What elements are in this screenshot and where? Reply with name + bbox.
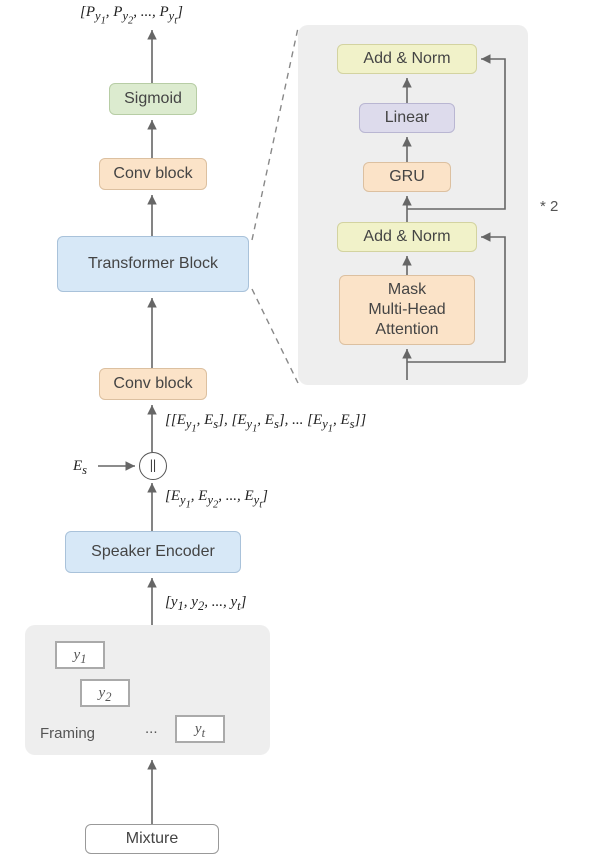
conv-block-top: Conv block [99,158,207,190]
framing-label: Framing [40,725,95,742]
concat-icon: || [139,452,167,480]
mixture-block: Mixture [85,824,219,854]
frame-yt: yt [175,715,225,743]
output-label: [Py1, Py2, ..., Pyt] [80,4,250,27]
es-label: Es [73,458,87,478]
pair-seq-label: [[Ey1, Es], [Ey1, Es], ... [Ey1, Es]] [165,412,366,435]
frame-dots: ... [145,720,158,737]
linear-block: Linear [359,103,455,133]
frame-y2: y2 [80,679,130,707]
transformer-block: Transformer Block [57,236,249,292]
sigmoid-block: Sigmoid [109,83,197,115]
mha-block: Mask Multi-Head Attention [339,275,475,345]
speaker-encoder: Speaker Encoder [65,531,241,573]
frame-y1: y1 [55,641,105,669]
add-norm-bot: Add & Norm [337,222,477,252]
repeat-label: * 2 [540,198,558,215]
e-seq-label: [Ey1, Ey2, ..., Eyt] [165,488,268,511]
gru-block: GRU [363,162,451,192]
y-seq-label: [y1, y2, ..., yt] [165,594,246,614]
conv-block-bottom: Conv block [99,368,207,400]
add-norm-top: Add & Norm [337,44,477,74]
